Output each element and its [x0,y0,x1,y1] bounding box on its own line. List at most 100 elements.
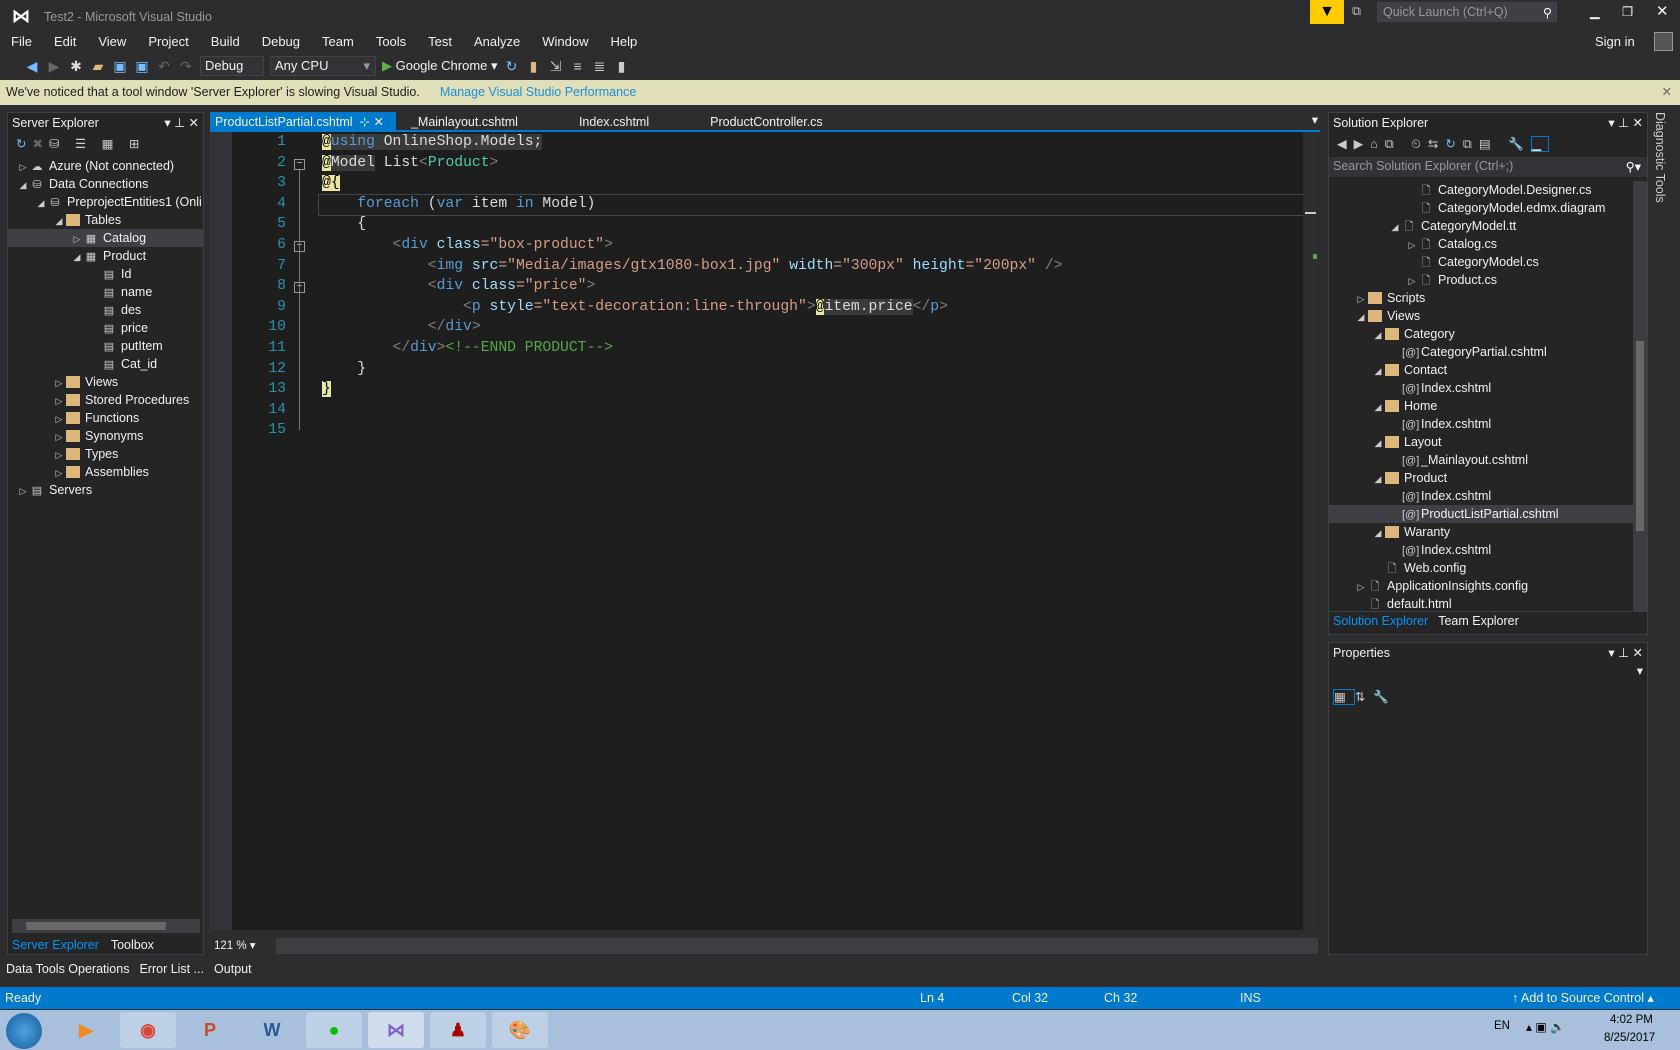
expand-icon[interactable]: ▷ [1405,272,1419,290]
tree-item[interactable]: ◢ Category [1329,325,1647,343]
powerpoint-icon[interactable]: P [182,1012,238,1048]
menu-edit[interactable]: Edit [43,32,87,52]
code-line[interactable]: <div class="box-product"> [322,237,613,253]
back-icon[interactable]: ◀ [24,58,40,74]
sign-in-link[interactable]: Sign in [1595,34,1635,49]
tree-item[interactable]: ▷ Stored Procedures [8,391,203,409]
tab-productlistpartial[interactable]: ProductListPartial.cshtml ⊹ ✕ [210,112,396,130]
expand-icon[interactable]: ▷ [1354,578,1368,596]
code-line[interactable]: } [322,381,331,398]
minimize-button[interactable]: ▁ [1590,4,1600,19]
feedback-icon[interactable]: ⧉ [1352,4,1361,19]
expand-icon[interactable]: ▷ [52,446,66,464]
tree-item[interactable]: ◢ ▦ Product [8,247,203,265]
zoom-level-select[interactable]: 121 % ▾ [210,938,276,954]
tree-item[interactable]: ◢ Layout [1329,433,1647,451]
tab-error-list[interactable]: Error List ... [139,962,204,976]
tree-item[interactable]: [@] Index.cshtml [1329,379,1647,397]
horizontal-scrollbar[interactable] [12,919,200,933]
tree-item[interactable]: 🗋 CategoryModel.cs [1329,253,1647,271]
tree-item[interactable]: ▷ ☁ Azure (Not connected) [8,157,203,175]
code-line[interactable]: foreach (var item in Model) [322,196,595,212]
expand-icon[interactable]: ▷ [52,464,66,482]
tree-item[interactable]: 🗋 CategoryModel.edmx.diagram [1329,199,1647,217]
menu-file[interactable]: File [0,32,43,52]
tree-item[interactable]: ◢ Contact [1329,361,1647,379]
collapse-icon[interactable]: ◢ [1354,308,1368,326]
tree-item[interactable]: ▷ 🗋 ApplicationInsights.config [1329,577,1647,595]
tree-item[interactable]: ◢ ⛁ Data Connections [8,175,203,193]
tree-item[interactable]: ▤ des [8,301,203,319]
clock-date[interactable]: 8/25/2017 [1604,1032,1655,1044]
expand-icon[interactable]: ▷ [1405,236,1419,254]
menu-analyze[interactable]: Analyze [463,32,531,52]
tree-item[interactable]: ◢ Product [1329,469,1647,487]
tab-index[interactable]: Index.cshtml [574,112,661,130]
start-button[interactable] [6,1013,42,1049]
collapse-icon[interactable]: ◢ [1371,362,1385,380]
menu-team[interactable]: Team [311,32,365,52]
new-project-icon[interactable]: ✱ [68,58,84,74]
run-button[interactable]: ▶ Google Chrome ▾ [382,58,498,74]
tree-item[interactable]: [@] CategoryPartial.cshtml [1329,343,1647,361]
refresh-icon[interactable]: ↻ [504,58,520,74]
configuration-select[interactable]: Debug [200,56,264,93]
expand-icon[interactable]: ▷ [52,428,66,446]
tree-item[interactable]: ▷ ▤ Servers [8,481,203,499]
vertical-scrollbar[interactable] [1303,132,1318,930]
app-red-icon[interactable]: ♟ [430,1012,486,1048]
collapse-icon[interactable]: ◢ [1371,524,1385,542]
alphabetical-icon[interactable]: ⇅ [1355,690,1373,704]
account-avatar[interactable] [1654,32,1673,51]
tree-item[interactable]: ▤ Cat_id [8,355,203,373]
bookmark-icon[interactable]: ▮ [614,58,630,74]
chrome-icon[interactable]: ◉ [120,1012,176,1048]
language-indicator[interactable]: EN [1494,1020,1510,1032]
expand-icon[interactable]: ▷ [52,392,66,410]
tab-data-tools-operations[interactable]: Data Tools Operations [6,962,129,976]
tree-item[interactable]: ◢ 🗋 CategoryModel.tt [1329,217,1647,235]
tree-item[interactable]: ▷ Views [8,373,203,391]
panel-controls[interactable]: ▾ ⊥ ✕ [1608,113,1647,133]
step-icon[interactable]: ⇲ [548,58,564,74]
media-player-icon[interactable]: ▶ [58,1012,114,1048]
code-editor[interactable]: 1 @using OnlineShop.Models; 2 @Model List<P… [210,132,1318,930]
undo-icon[interactable]: ↶ [156,58,172,74]
tree-item[interactable]: [@] Index.cshtml [1329,415,1647,433]
tree-item[interactable]: [@] Index.cshtml [1329,541,1647,559]
collapse-icon[interactable]: ◢ [1371,470,1385,488]
code-line[interactable]: <p style="text-decoration:line-through">… [322,298,948,315]
menu-test[interactable]: Test [417,32,463,52]
find-icon[interactable]: ▮ [526,58,542,74]
save-all-icon[interactable]: ▣ [134,58,150,74]
expand-icon[interactable]: ▷ [16,158,30,176]
tab-server-explorer[interactable]: Server Explorer [12,938,99,952]
collapse-icon[interactable]: ◢ [16,176,30,194]
tab-overflow-icon[interactable]: ▾ [1312,112,1320,130]
tree-item[interactable]: [@] Index.cshtml [1329,487,1647,505]
code-line[interactable]: { [322,216,366,232]
quick-launch-input[interactable]: Quick Launch (Ctrl+Q) ⚲ [1377,2,1557,22]
collapse-icon[interactable]: ◢ [34,194,48,212]
tree-item[interactable]: 🗋 default.html [1329,595,1647,611]
expand-icon[interactable]: ▷ [52,410,66,428]
menu-tools[interactable]: Tools [365,32,417,52]
tab-productcontroller[interactable]: ProductController.cs [705,112,835,130]
collapse-icon[interactable]: ◢ [1388,218,1402,236]
expand-icon[interactable]: ▷ [52,374,66,392]
tree-item[interactable]: ▷ 🗋 Product.cs [1329,271,1647,289]
tree-item[interactable]: ◢ Views [1329,307,1647,325]
tree-item[interactable]: ▷ Scripts [1329,289,1647,307]
menu-debug[interactable]: Debug [251,32,311,52]
tab-toolbox[interactable]: Toolbox [111,938,154,952]
close-infobar-icon[interactable]: ✕ [1662,80,1672,105]
tree-item[interactable]: [@] _Mainlayout.cshtml [1329,451,1647,469]
tray-icons[interactable]: ▴ ▣ 🔊 [1526,1020,1565,1034]
platform-select[interactable]: Any CPU [270,56,376,76]
collapse-icon[interactable]: ◢ [1371,326,1385,344]
tree-item[interactable]: ▤ price [8,319,203,337]
close-tab-icon[interactable]: ✕ [373,115,383,129]
tab-output[interactable]: Output [214,962,252,976]
visual-studio-icon[interactable]: ⋈ [368,1012,424,1048]
word-icon[interactable]: W [244,1012,300,1048]
